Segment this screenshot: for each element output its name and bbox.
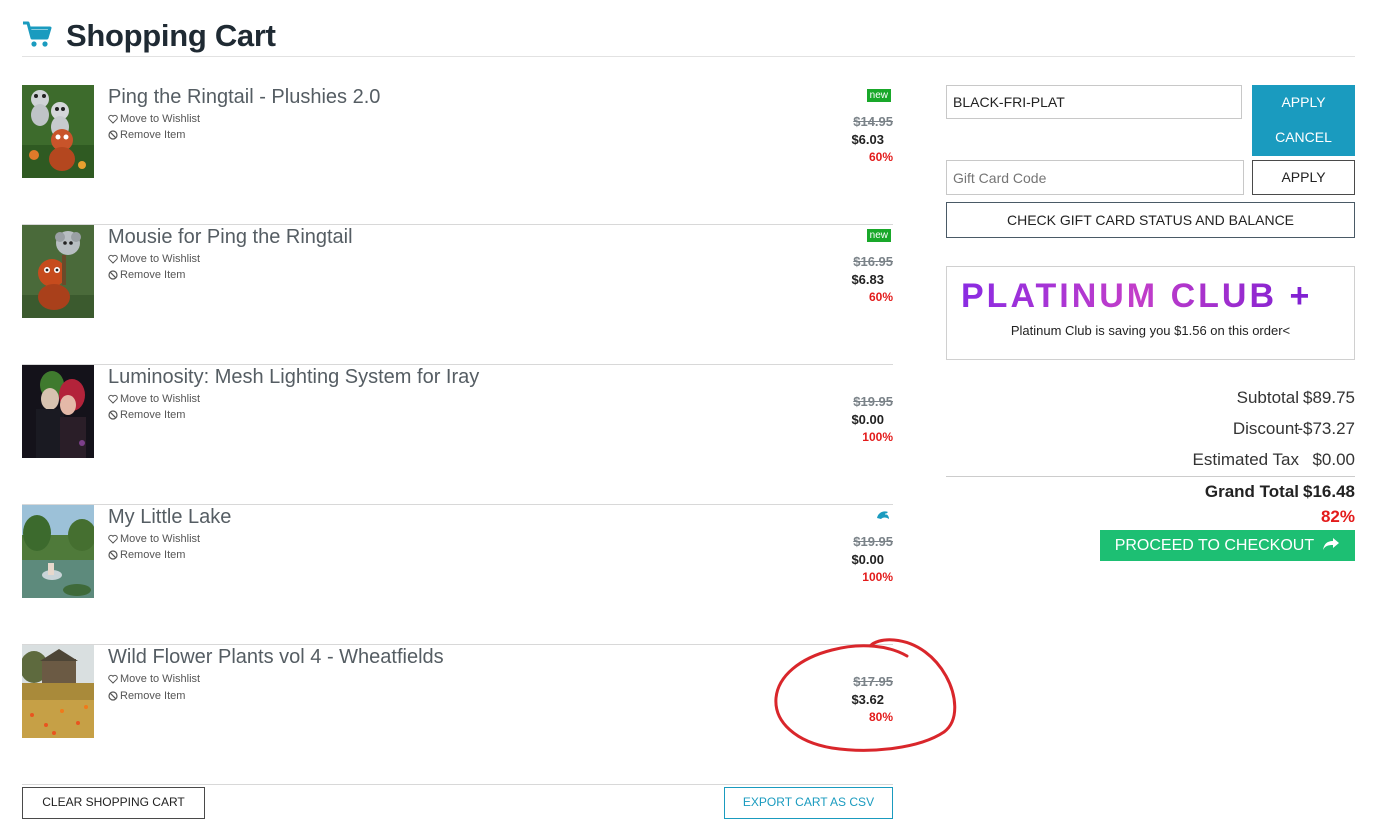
highlight-annotation <box>774 638 957 752</box>
sale-price: $0.00 <box>851 412 884 427</box>
share-arrow-icon <box>1323 538 1340 550</box>
move-to-wishlist-link[interactable]: Move to Wishlist <box>108 533 200 545</box>
sale-price: $0.00 <box>851 552 884 567</box>
discount-percent: 100% <box>862 570 893 584</box>
wishlist-label: Move to Wishlist <box>120 253 201 265</box>
subtotal-value: $89.75 <box>1303 388 1355 407</box>
remove-label: Remove Item <box>120 690 186 702</box>
title-divider <box>22 56 1355 57</box>
remove-item-link[interactable]: Remove Item <box>108 690 185 702</box>
move-to-wishlist-link[interactable]: Move to Wishlist <box>108 393 200 405</box>
cart-item: Luminosity: Mesh Lighting System for Ira… <box>22 365 893 505</box>
new-badge: new <box>866 229 891 242</box>
remove-item-link[interactable]: Remove Item <box>108 129 185 141</box>
discount-label: Discount <box>1232 419 1299 438</box>
tax-value: $0.00 <box>1312 450 1355 469</box>
remove-label: Remove Item <box>120 269 186 281</box>
product-thumbnail[interactable] <box>22 85 94 178</box>
proceed-to-checkout-button[interactable]: PROCEED TO CHECKOUT <box>1100 530 1355 561</box>
item-name[interactable]: Mousie for Ping the Ringtail <box>108 226 353 249</box>
dolphin-icon <box>877 511 889 519</box>
heart-icon <box>108 254 118 264</box>
discount-percent: 60% <box>868 150 893 164</box>
sale-price: $6.03 <box>851 132 884 147</box>
cancel-coupon-button[interactable]: CANCEL <box>1252 120 1355 155</box>
cart-item: Wild Flower Plants vol 4 - Wheatfields M… <box>22 645 893 785</box>
move-to-wishlist-link[interactable]: Move to Wishlist <box>108 113 200 125</box>
move-to-wishlist-link[interactable]: Move to Wishlist <box>108 673 200 685</box>
remove-item-link[interactable]: Remove Item <box>108 549 185 561</box>
new-badge: new <box>866 89 891 102</box>
sale-price: $6.83 <box>851 272 884 287</box>
discount-percent: 100% <box>862 430 893 444</box>
original-price: $19.95 <box>853 394 893 409</box>
item-name[interactable]: Wild Flower Plants vol 4 - Wheatfields <box>108 646 444 669</box>
subtotal-label: Subtotal <box>1236 388 1299 407</box>
wishlist-label: Move to Wishlist <box>120 113 201 125</box>
cart-item: My Little Lake Move to Wishlist Remove I… <box>22 505 893 645</box>
discount-value: -$73.27 <box>1297 419 1355 438</box>
product-thumbnail[interactable] <box>22 505 94 598</box>
ban-icon <box>108 270 118 280</box>
cart-item: Mousie for Ping the Ringtail Move to Wis… <box>22 225 893 365</box>
heart-icon <box>108 534 118 544</box>
remove-label: Remove Item <box>120 549 186 561</box>
remove-label: Remove Item <box>120 129 186 141</box>
ban-icon <box>108 691 118 701</box>
page-title: Shopping Cart <box>66 18 276 53</box>
platinum-club-logo: PLATINUM CLUB + <box>961 277 1313 315</box>
item-name[interactable]: Luminosity: Mesh Lighting System for Ira… <box>108 366 479 389</box>
apply-gift-card-button[interactable]: APPLY <box>1252 160 1355 195</box>
cart-icon <box>23 21 52 47</box>
coupon-button-group: APPLY CANCEL <box>1252 85 1355 156</box>
grand-total-value: $16.48 <box>1303 482 1355 501</box>
original-price: $19.95 <box>853 534 893 549</box>
checkout-label: PROCEED TO CHECKOUT <box>1114 537 1314 554</box>
remove-label: Remove Item <box>120 409 186 421</box>
remove-item-link[interactable]: Remove Item <box>108 409 185 421</box>
wishlist-label: Move to Wishlist <box>120 533 201 545</box>
ban-icon <box>108 130 118 140</box>
heart-icon <box>108 114 118 124</box>
coupon-code-input[interactable] <box>946 85 1242 119</box>
ban-icon <box>108 550 118 560</box>
move-to-wishlist-link[interactable]: Move to Wishlist <box>108 253 200 265</box>
cart-item: Ping the Ringtail - Plushies 2.0 Move to… <box>22 85 893 225</box>
original-price: $16.95 <box>853 254 893 269</box>
summary-divider <box>946 476 1355 477</box>
tax-label: Estimated Tax <box>1192 450 1299 469</box>
row-divider <box>22 784 893 785</box>
original-price: $14.95 <box>853 114 893 129</box>
ban-icon <box>108 410 118 420</box>
clear-cart-button[interactable]: CLEAR SHOPPING CART <box>22 787 205 819</box>
platinum-savings-message: Platinum Club is saving you $1.56 on thi… <box>1010 323 1291 338</box>
apply-coupon-button[interactable]: APPLY <box>1252 85 1355 120</box>
total-savings-percent: 82% <box>1320 507 1355 526</box>
product-thumbnail[interactable] <box>22 365 94 458</box>
item-name[interactable]: Ping the Ringtail - Plushies 2.0 <box>108 86 380 109</box>
heart-icon <box>108 394 118 404</box>
platinum-club-box: PLATINUM CLUB + Platinum Club is saving … <box>946 266 1355 360</box>
export-csv-button[interactable]: EXPORT CART AS CSV <box>724 787 893 819</box>
grand-total-label: Grand Total <box>1204 482 1299 501</box>
discount-percent: 60% <box>868 290 893 304</box>
wishlist-label: Move to Wishlist <box>120 393 201 405</box>
wishlist-label: Move to Wishlist <box>120 673 201 685</box>
check-gift-card-button[interactable]: CHECK GIFT CARD STATUS AND BALANCE <box>946 202 1355 238</box>
remove-item-link[interactable]: Remove Item <box>108 269 185 281</box>
heart-icon <box>108 674 118 684</box>
product-thumbnail[interactable] <box>22 225 94 318</box>
item-name[interactable]: My Little Lake <box>108 506 231 529</box>
gift-card-input[interactable] <box>946 160 1244 195</box>
product-thumbnail[interactable] <box>22 645 94 738</box>
